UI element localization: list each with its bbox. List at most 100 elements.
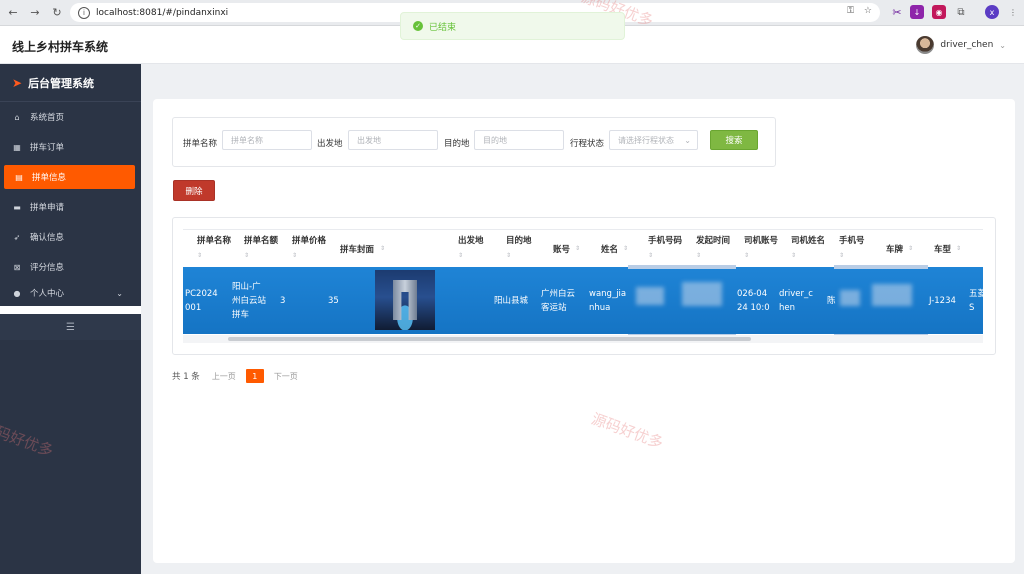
- sort-icon[interactable]: ⇕: [292, 252, 297, 259]
- toast-message: 已结束: [429, 22, 457, 33]
- forward-icon[interactable]: →: [26, 4, 44, 22]
- cell-line: 拼车: [232, 310, 250, 320]
- back-icon[interactable]: ←: [4, 4, 22, 22]
- sidebar-item-label: 系统首页: [30, 113, 65, 123]
- send-icon: ➶: [13, 232, 21, 242]
- sort-icon[interactable]: ⇕: [380, 245, 385, 252]
- download-extension-icon[interactable]: ↓: [910, 5, 924, 19]
- sidebar-item-home[interactable]: ⌂ 系统首页: [0, 102, 141, 132]
- carpool-cover-image: [375, 270, 435, 330]
- column-header[interactable]: 司机账号: [744, 234, 778, 246]
- cell-line: 五菱: [969, 289, 987, 299]
- bookmark-star-icon[interactable]: ☆: [864, 6, 872, 16]
- site-info-icon[interactable]: i: [78, 6, 90, 19]
- sort-icon[interactable]: ⇕: [623, 245, 628, 252]
- sort-icon[interactable]: ⇕: [908, 245, 913, 252]
- sidebar-item-label: 拼单申请: [30, 203, 65, 213]
- column-header[interactable]: 拼单名称: [197, 234, 231, 246]
- cell-driver-name: 陈: [827, 296, 836, 306]
- search-button[interactable]: 搜索: [710, 130, 758, 150]
- column-header[interactable]: 发起时间: [696, 234, 730, 246]
- cell-line: 阳山-广: [232, 282, 261, 292]
- page-1-button[interactable]: 1: [245, 369, 264, 383]
- sidebar-item-profile[interactable]: ● 个人中心 ⌄: [0, 282, 141, 304]
- pagination-total: 共 1 条: [172, 372, 200, 382]
- menu-dots-icon[interactable]: ⋮: [1006, 5, 1020, 19]
- sort-icon[interactable]: ⇕: [197, 252, 202, 259]
- chevron-down-icon[interactable]: ⌄: [999, 41, 1006, 50]
- delete-button[interactable]: 删除: [173, 180, 215, 201]
- column-header[interactable]: 拼单名额: [244, 234, 278, 246]
- sort-icon[interactable]: ⇕: [575, 245, 580, 252]
- chevron-down-icon: ⌄: [684, 135, 691, 145]
- redacted-phone: [840, 290, 860, 306]
- sidebar-item-ratings[interactable]: ⊠ 评分信息: [0, 252, 141, 282]
- redacted-phone: [636, 287, 664, 305]
- cell-driver-account: driver_c hen: [779, 287, 813, 315]
- scissors-extension-icon[interactable]: ✂: [890, 5, 904, 19]
- sidebar-item-confirmations[interactable]: ➶ 确认信息: [0, 222, 141, 252]
- column-header[interactable]: 目的地: [506, 234, 532, 246]
- sidebar-item-carpool-orders[interactable]: ▦ 拼车订单: [0, 132, 141, 162]
- cell-line: driver_c: [779, 289, 813, 299]
- sort-icon[interactable]: ⇕: [244, 252, 249, 259]
- submenu-panel: [0, 306, 141, 314]
- table-row[interactable]: [183, 267, 983, 334]
- sort-icon[interactable]: ⇕: [458, 252, 463, 259]
- cell-line: 州白云站: [232, 296, 267, 306]
- table-scrollbar-thumb[interactable]: [228, 337, 751, 341]
- sort-icon[interactable]: ⇕: [791, 252, 796, 259]
- extension-icon[interactable]: ◉: [932, 5, 946, 19]
- sidebar-item-label: 个人中心: [30, 289, 65, 299]
- sort-icon[interactable]: ⇕: [506, 252, 511, 259]
- status-select[interactable]: 请选择行程状态 ⌄: [609, 130, 698, 150]
- cell-line: nhua: [589, 303, 611, 313]
- key-icon[interactable]: ⚿: [847, 6, 854, 16]
- sidebar-item-label: 确认信息: [30, 233, 65, 243]
- cell-destination: 阳山县城: [494, 296, 529, 306]
- prev-page-button[interactable]: 上一页: [212, 371, 236, 382]
- collapse-menu-icon[interactable]: ☰: [0, 314, 141, 340]
- column-header[interactable]: 手机号码: [648, 234, 682, 246]
- column-header[interactable]: 账号: [553, 243, 570, 255]
- column-header[interactable]: 车型: [934, 243, 951, 255]
- success-toast: ✓ 已结束: [400, 12, 625, 40]
- column-header[interactable]: 手机号: [839, 234, 865, 246]
- profile-icon[interactable]: x: [985, 5, 999, 19]
- name-input[interactable]: 拼单名称: [222, 130, 312, 150]
- avatar[interactable]: [916, 36, 935, 54]
- blur-band: [834, 265, 928, 269]
- user-menu[interactable]: driver_chen ⌄: [916, 36, 1006, 54]
- cell-plate: J-1234: [929, 296, 956, 306]
- cell-line: 24 10:0: [737, 303, 770, 313]
- sidebar-item-carpool-info[interactable]: ▤ 拼单信息: [4, 165, 135, 189]
- reload-icon[interactable]: ↻: [48, 4, 66, 22]
- from-label: 出发地: [317, 139, 343, 149]
- to-label: 目的地: [444, 139, 470, 149]
- column-header[interactable]: 拼单价格: [292, 234, 326, 246]
- username[interactable]: driver_chen: [940, 40, 993, 50]
- sort-icon[interactable]: ⇕: [839, 252, 844, 259]
- sort-icon[interactable]: ⇕: [956, 245, 961, 252]
- sort-icon[interactable]: ⇕: [696, 252, 701, 259]
- cell-seats: 3: [280, 296, 286, 306]
- url-text[interactable]: localhost:8081/#/pindanxinxi: [96, 8, 228, 18]
- column-header[interactable]: 车牌: [886, 243, 903, 255]
- puzzle-icon[interactable]: ⧉: [954, 5, 968, 19]
- close-square-icon: ⊠: [13, 262, 21, 272]
- to-input[interactable]: 目的地: [474, 130, 564, 150]
- column-header[interactable]: 姓名: [601, 243, 618, 255]
- column-header[interactable]: 司机姓名: [791, 234, 825, 246]
- sort-icon[interactable]: ⇕: [744, 252, 749, 259]
- column-header[interactable]: 出发地: [458, 234, 484, 246]
- from-input[interactable]: 出发地: [348, 130, 438, 150]
- sort-icon[interactable]: ⇕: [648, 252, 653, 259]
- cell-line: wang_jia: [589, 289, 627, 299]
- cell-line: hen: [779, 303, 796, 313]
- redacted-phone: [682, 282, 722, 306]
- column-header[interactable]: 拼车封面: [340, 243, 374, 255]
- next-page-button[interactable]: 下一页: [274, 371, 298, 382]
- sidebar-item-carpool-requests[interactable]: ▬ 拼单申请: [0, 192, 141, 222]
- user-icon: ●: [13, 288, 21, 298]
- navigation-arrow-icon: ➤: [12, 75, 23, 90]
